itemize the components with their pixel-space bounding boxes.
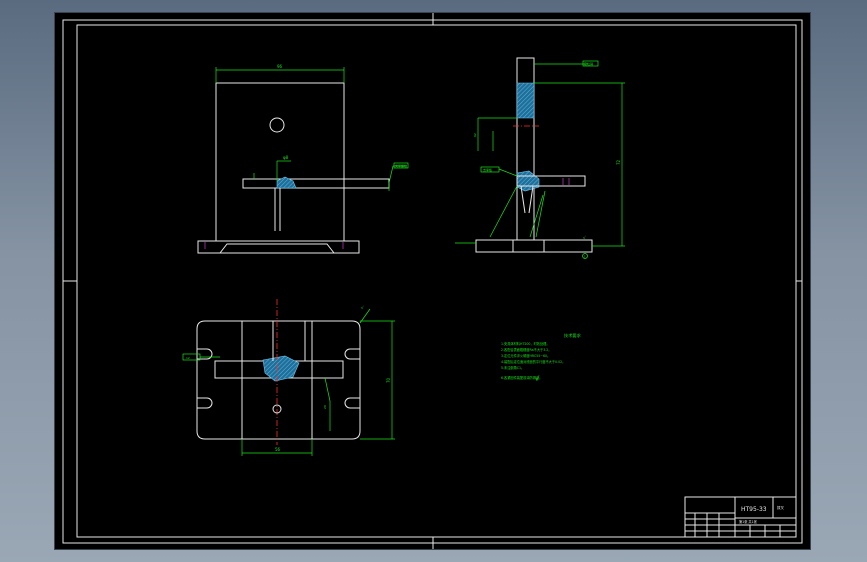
title-block: HT95-33 拨叉 第1张 共1张 <box>684 496 797 538</box>
front-view: 96 φ8 夹紧螺栓 <box>197 64 409 254</box>
side-height-dim: 72 <box>616 159 621 165</box>
inner-frame <box>76 24 797 538</box>
plan-view: 70 56 √ 12 20 <box>182 299 395 456</box>
technical-notes: 技术要求 1.夹具体材料HT200，时效处理。 2.各配合表面粗糙度Ra不大于3… <box>501 332 582 383</box>
plan-height-dim: 70 <box>386 377 391 383</box>
note-line: 3.定位元件淬火硬度HRC55~60。 <box>501 353 550 358</box>
plan-hole-dim: 20 <box>323 405 327 409</box>
note-line: 1.夹具体材料HT200，时效处理。 <box>501 341 550 346</box>
outer-frame <box>62 19 803 544</box>
cad-drawing: 96 φ8 夹紧螺栓 定位销 72 62 支承板 √ 1 70 56 √ 12 … <box>62 13 803 549</box>
plan-width-dim: 56 <box>275 447 281 452</box>
svg-text:√: √ <box>361 305 364 310</box>
note-line: 4.装配后定位面对底面的平行度不大于0.02。 <box>501 359 565 364</box>
svg-text:√: √ <box>535 375 540 383</box>
side-view: 定位销 72 62 支承板 √ 1 <box>455 57 625 259</box>
front-tol-dim: φ8 <box>283 155 289 160</box>
side-left-tag: 支承板 <box>483 167 492 172</box>
side-top-tag: 定位销 <box>584 61 593 66</box>
side-balloon: 1 <box>584 255 586 259</box>
notes-heading: 技术要求 <box>564 332 582 339</box>
front-width-dim: 96 <box>277 64 283 69</box>
drawing-viewport[interactable]: 96 φ8 夹紧螺栓 定位销 72 62 支承板 √ 1 70 56 √ 12 … <box>55 13 810 549</box>
svg-text:√: √ <box>583 235 586 240</box>
part-name: 拨叉 <box>777 505 785 510</box>
note-line: 5.未注倒角C1。 <box>501 365 524 370</box>
plan-slot-dim: 12 <box>186 356 190 360</box>
sheet-info: 第1张 共1张 <box>739 519 758 524</box>
note-line: 2.各配合表面粗糙度Ra不大于3.2。 <box>501 347 551 352</box>
drawing-number: HT95-33 <box>741 506 767 513</box>
side-note-dim: 62 <box>473 133 477 137</box>
front-tag: 夹紧螺栓 <box>395 163 407 168</box>
